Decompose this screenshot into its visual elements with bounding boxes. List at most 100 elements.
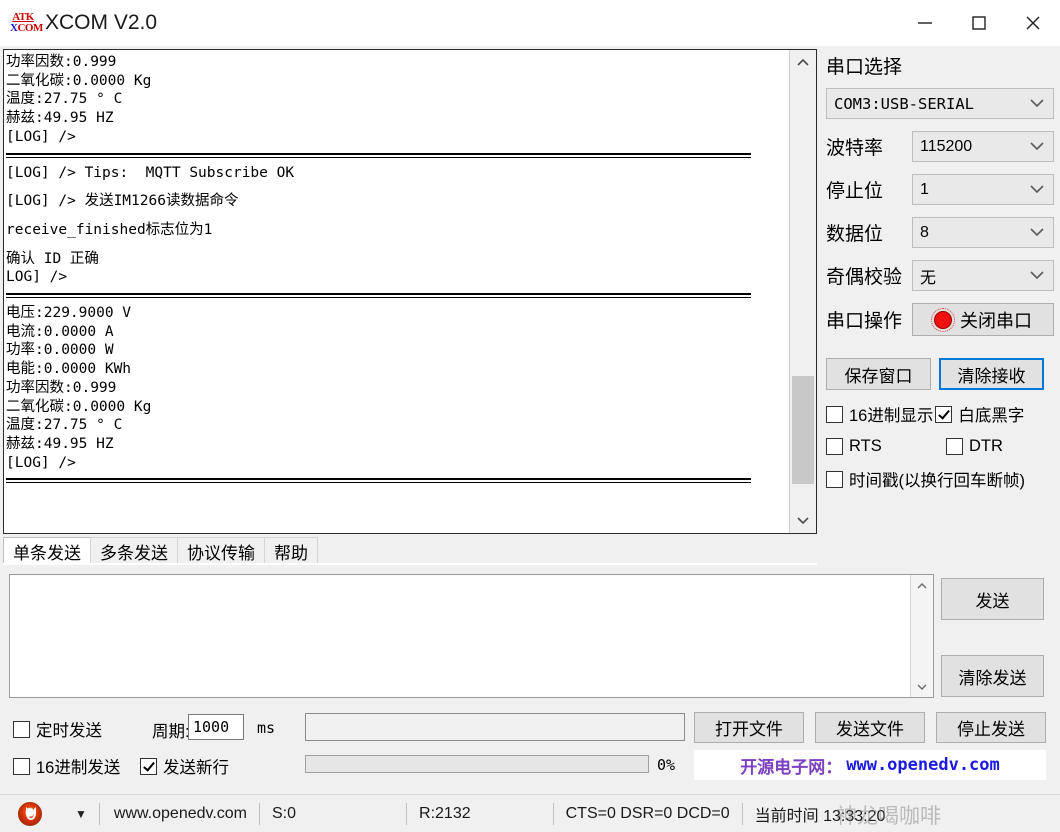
log-line: 确认 ID 正确 [6, 250, 99, 267]
hex-display-checkbox-box[interactable] [826, 405, 843, 423]
config-select-value-2: 8 [920, 223, 929, 241]
log-line: [LOG] /> [6, 454, 76, 471]
newline-send-checkbox-box[interactable] [140, 757, 157, 775]
config-select-2[interactable]: 8 [912, 217, 1054, 248]
tab-1[interactable]: 多条发送 [90, 537, 178, 564]
send-file-button[interactable]: 发送文件 [815, 712, 925, 743]
config-select-3[interactable]: 无 [912, 260, 1054, 291]
log-line: 电流:0.0000 A [6, 323, 114, 340]
rts-checkbox-box[interactable] [826, 438, 843, 455]
status-modem-signals: CTS=0 DSR=0 DCD=0 [565, 805, 730, 822]
tab-3[interactable]: 帮助 [264, 537, 318, 564]
send-scroll-up-icon[interactable] [911, 575, 933, 597]
white-background-checkbox-box[interactable] [935, 405, 953, 423]
status-url[interactable]: www.openedv.com [114, 805, 247, 823]
file-path-input[interactable] [305, 713, 685, 741]
log-line: [LOG] /> [6, 128, 76, 145]
tab-label: 多条发送 [100, 543, 168, 563]
log-line: 电压:229.9000 V [6, 305, 132, 322]
send-input-text[interactable] [10, 575, 910, 697]
tab-2[interactable]: 协议传输 [177, 537, 265, 564]
send-button[interactable]: 发送 [941, 578, 1044, 620]
chevron-down-icon [1029, 95, 1045, 113]
timed-send-label: 定时发送 [36, 722, 102, 740]
timed-send-checkbox[interactable]: 定时发送 [13, 717, 102, 741]
timestamp-label: 时间戳(以换行回车断帧) [849, 472, 1025, 490]
chevron-down-icon [1029, 224, 1045, 242]
log-line: 电能:0.0000 KWh [6, 361, 132, 378]
serial-config-panel: 串口选择 COM3:USB-SERIAL 波特率 115200 停止位 1 数据位 8 奇偶… [826, 52, 1054, 502]
xcom-window: ATK XCOM XCOM V2.0 功率因数:0.999 二氧化碳:0.0000… [0, 0, 1060, 832]
rts-checkbox[interactable]: RTS [826, 437, 946, 456]
timestamp-checkbox-box[interactable] [826, 470, 843, 488]
log-line: 功率:0.0000 W [6, 342, 114, 359]
receive-scrollbar-thumb[interactable] [792, 376, 814, 484]
newline-send-checkbox[interactable]: 发送新行 [140, 754, 229, 778]
send-progress-bar [305, 755, 649, 773]
clear-send-button[interactable]: 清除发送 [941, 655, 1044, 697]
port-select[interactable]: COM3:USB-SERIAL [826, 88, 1054, 119]
white-background-checkbox[interactable]: 白底黑字 [935, 402, 1024, 426]
port-select-value: COM3:USB-SERIAL [834, 94, 974, 113]
dtr-checkbox[interactable]: DTR [946, 437, 1003, 456]
log-line: receive_finished标志位为1 [6, 221, 213, 238]
chevron-down-icon [1029, 138, 1045, 156]
receive-area[interactable]: 功率因数:0.999 二氧化碳:0.0000 Kg 温度:27.75 ° C 赫兹:4… [3, 49, 817, 534]
port-select-title: 串口选择 [826, 57, 903, 78]
white-background-label: 白底黑字 [958, 407, 1025, 425]
status-separator [552, 803, 554, 825]
rts-label: RTS [849, 437, 882, 455]
send-scroll-down-icon[interactable] [911, 675, 933, 697]
timed-send-checkbox-box[interactable] [13, 720, 30, 738]
send-input-area[interactable] [9, 574, 934, 698]
log-line: LOG] /> [6, 269, 68, 286]
status-sent-count: S:0 [272, 805, 297, 822]
open-file-button[interactable]: 打开文件 [694, 712, 804, 743]
hex-send-label: 16进制发送 [36, 759, 121, 777]
status-power-icon[interactable] [18, 802, 42, 826]
stop-send-button[interactable]: 停止发送 [936, 712, 1046, 743]
period-input[interactable]: 1000 [188, 714, 244, 740]
clear-receive-button[interactable]: 清除接收 [939, 358, 1044, 390]
port-operation-label: 串口操作 [826, 311, 903, 332]
status-current-time: 当前时间 13:33:20 [754, 808, 886, 825]
scroll-down-icon[interactable] [790, 507, 816, 533]
dtr-checkbox-box[interactable] [946, 438, 963, 455]
chevron-down-icon [1029, 181, 1045, 199]
hex-display-label: 16进制显示 [849, 407, 934, 425]
config-label-2: 数据位 [826, 224, 884, 245]
ad-banner[interactable]: 开源电子网： www.openedv.com [694, 750, 1046, 780]
close-port-button[interactable]: 关闭串口 [912, 303, 1054, 336]
close-button[interactable] [1006, 0, 1060, 46]
config-label-3: 奇偶校验 [826, 267, 903, 288]
close-port-button-label: 关闭串口 [960, 310, 1032, 331]
send-scrollbar[interactable] [910, 575, 933, 697]
config-label-0: 波特率 [826, 138, 884, 159]
ad-banner-cn-text: 开源电子网： [740, 757, 843, 777]
app-logo-xcom-text: XCOM [10, 22, 43, 34]
hex-send-checkbox[interactable]: 16进制发送 [13, 754, 120, 778]
config-select-1[interactable]: 1 [912, 174, 1054, 205]
tab-0[interactable]: 单条发送 [3, 537, 91, 564]
tab-underline [3, 563, 817, 565]
config-row-1: 停止位 1 [826, 174, 1054, 205]
port-status-led-icon [931, 307, 955, 332]
hex-send-checkbox-box[interactable] [13, 757, 30, 775]
scroll-up-icon[interactable] [790, 50, 816, 76]
log-blank-line [6, 211, 789, 221]
log-line: 温度:27.75 ° C [6, 91, 123, 108]
minimize-button[interactable] [898, 0, 952, 46]
status-dropdown-caret-icon[interactable]: ▼ [75, 807, 87, 821]
timestamp-checkbox[interactable]: 时间戳(以换行回车断帧) [826, 467, 1025, 491]
save-window-button[interactable]: 保存窗口 [826, 358, 931, 390]
receive-log-text: 功率因数:0.999 二氧化碳:0.0000 Kg 温度:27.75 ° C 赫兹:4… [4, 50, 789, 533]
display-options-row-3: 时间戳(以换行回车断帧) [826, 467, 1054, 491]
tab-label: 协议传输 [187, 543, 255, 563]
hex-display-checkbox[interactable]: 16进制显示 [826, 402, 933, 426]
config-select-0[interactable]: 115200 [912, 131, 1054, 162]
status-separator [406, 803, 408, 825]
receive-scrollbar[interactable] [789, 50, 816, 533]
maximize-button[interactable] [952, 0, 1006, 46]
config-row-0: 波特率 115200 [826, 131, 1054, 162]
title-bar: ATK XCOM XCOM V2.0 [0, 0, 1060, 46]
